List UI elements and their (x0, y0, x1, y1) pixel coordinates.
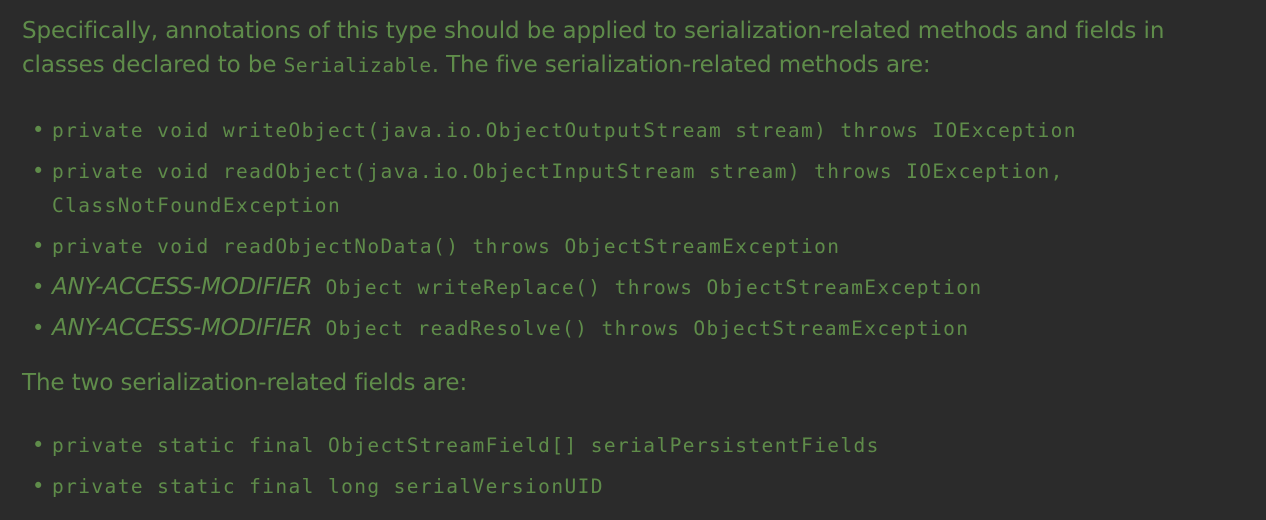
access-modifier-placeholder: ANY-ACCESS-MODIFIER (52, 274, 313, 300)
methods-list: • private void writeObject(java.io.Objec… (22, 113, 1244, 346)
bullet-icon: • (32, 433, 45, 457)
field-signature: private static final long serialVersionU… (52, 475, 604, 498)
method-signature: Object readResolve() throws ObjectStream… (312, 317, 970, 340)
intro-line-2-suffix: . The five serialization-related methods… (431, 52, 931, 78)
intro-line-2-prefix: classes declared to be (22, 52, 284, 78)
intro-paragraph: Specifically, annotations of this type s… (22, 14, 1244, 83)
fields-intro: The two serialization-related fields are… (22, 370, 468, 396)
serializable-code: Serializable (283, 54, 432, 77)
bullet-icon: • (32, 316, 45, 340)
bullet-icon: • (32, 118, 45, 142)
list-item: • private void readObject(java.io.Object… (22, 154, 1244, 223)
method-signature-continuation: ClassNotFoundException (52, 194, 342, 217)
fields-list: • private static final ObjectStreamField… (22, 428, 1244, 504)
method-signature: Object writeReplace() throws ObjectStrea… (312, 276, 983, 299)
method-signature: private void readObjectNoData() throws O… (52, 235, 841, 258)
documentation-panel: Specifically, annotations of this type s… (0, 0, 1266, 520)
list-item: • private void readObjectNoData() throws… (22, 229, 1244, 264)
bullet-icon: • (32, 474, 45, 498)
list-item: • private static final long serialVersio… (22, 469, 1244, 504)
method-signature: private void readObject(java.io.ObjectIn… (52, 160, 1064, 183)
intro-line-1: Specifically, annotations of this type s… (22, 18, 1165, 44)
bullet-icon: • (32, 275, 45, 299)
bullet-icon: • (32, 234, 45, 258)
list-item: • private void writeObject(java.io.Objec… (22, 113, 1244, 148)
list-item: • ANY-ACCESS-MODIFIER Object readResolve… (22, 311, 1244, 346)
method-signature: private void writeObject(java.io.ObjectO… (52, 119, 1077, 142)
list-item: • ANY-ACCESS-MODIFIER Object writeReplac… (22, 270, 1244, 305)
list-item: • private static final ObjectStreamField… (22, 428, 1244, 463)
bullet-icon: • (32, 159, 45, 183)
field-signature: private static final ObjectStreamField[]… (52, 434, 880, 457)
access-modifier-placeholder: ANY-ACCESS-MODIFIER (52, 315, 313, 341)
